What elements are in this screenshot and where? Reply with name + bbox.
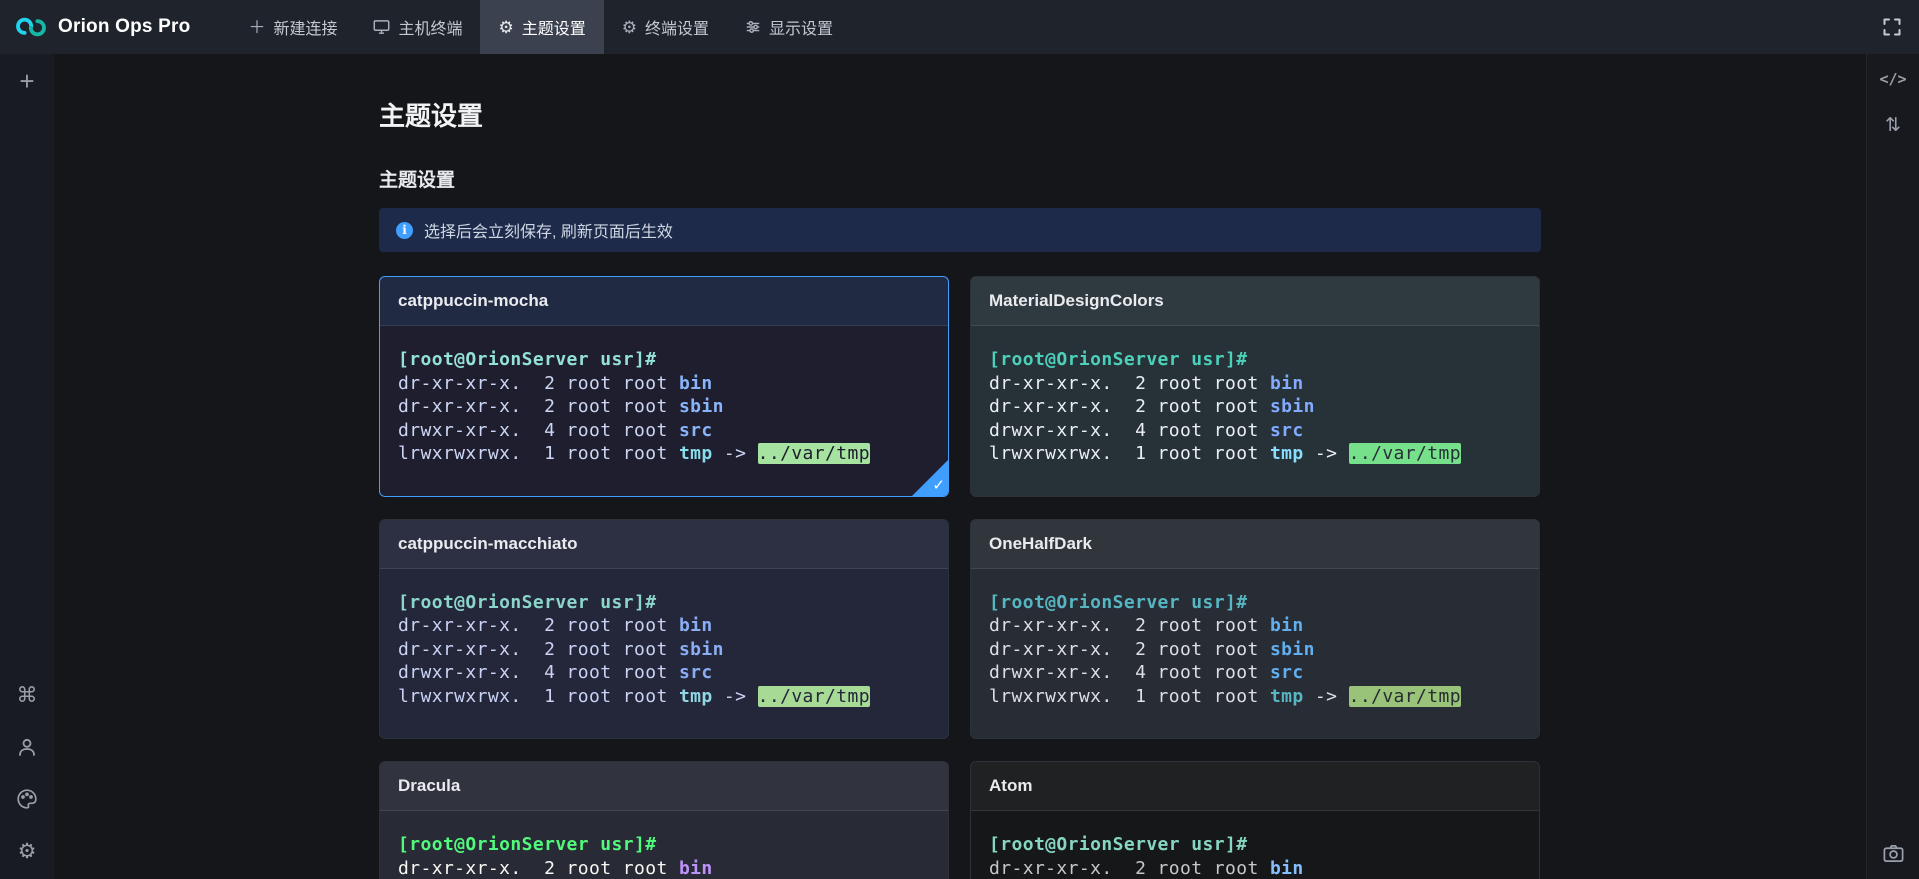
plus-icon: ＋: [248, 19, 265, 36]
terminal-line: dr-xr-xr-x. 2 root root sbin: [989, 638, 1521, 662]
theme-card[interactable]: Atom [root@OrionServer usr]#dr-xr-xr-x. …: [970, 761, 1540, 879]
terminal-line: dr-xr-xr-x. 2 root root bin: [989, 857, 1521, 879]
terminal-line: dr-xr-xr-x. 2 root root sbin: [398, 395, 930, 419]
top-navbar: Orion Ops Pro ＋ 新建连接 主机终端 ⚙ 主题设置 ⚙ 终端设置: [0, 0, 1919, 54]
terminal-line: [root@OrionServer usr]#: [398, 833, 930, 857]
theme-card[interactable]: OneHalfDark [root@OrionServer usr]#dr-xr…: [970, 519, 1540, 740]
theme-card-title: MaterialDesignColors: [989, 291, 1164, 311]
terminal-preview: [root@OrionServer usr]#dr-xr-xr-x. 2 roo…: [380, 811, 948, 879]
theme-card-title: catppuccin-mocha: [398, 291, 548, 311]
info-alert: i 选择后会立刻保存, 刷新页面后生效: [379, 208, 1541, 252]
theme-grid: catppuccin-mocha [root@OrionServer usr]#…: [379, 276, 1541, 879]
nav-item-label: 新建连接: [273, 15, 337, 39]
terminal-line: lrwxrwxrwx. 1 root root tmp -> ../var/tm…: [989, 442, 1521, 466]
nav-item-label: 终端设置: [645, 15, 709, 39]
theme-card-header: catppuccin-macchiato: [380, 520, 948, 569]
display-icon: [745, 19, 761, 35]
nav-item-label: 主题设置: [522, 15, 586, 39]
theme-card-header: catppuccin-mocha: [380, 277, 948, 326]
terminal-line: dr-xr-xr-x. 2 root root sbin: [989, 395, 1521, 419]
add-tab-icon[interactable]: +: [19, 66, 34, 96]
terminal-line: dr-xr-xr-x. 2 root root sbin: [398, 638, 930, 662]
theme-card[interactable]: catppuccin-mocha [root@OrionServer usr]#…: [379, 276, 949, 497]
theme-card-title: Dracula: [398, 776, 460, 796]
terminal-line: lrwxrwxrwx. 1 root root tmp -> ../var/tm…: [398, 685, 930, 709]
terminal-line: dr-xr-xr-x. 2 root root bin: [398, 372, 930, 396]
terminal-line: lrwxrwxrwx. 1 root root tmp -> ../var/tm…: [398, 442, 930, 466]
app-title: Orion Ops Pro: [58, 16, 190, 38]
theme-card-header: Dracula: [380, 762, 948, 811]
left-sidebar: + ⌘ ⚙: [0, 54, 54, 879]
terminal-line: dr-xr-xr-x. 2 root root bin: [989, 614, 1521, 638]
theme-card-title: catppuccin-macchiato: [398, 534, 578, 554]
terminal-line: [root@OrionServer usr]#: [398, 591, 930, 615]
app-logo-icon: [15, 11, 47, 43]
terminal-line: dr-xr-xr-x. 2 root root bin: [398, 857, 930, 879]
terminal-line: drwxr-xr-x. 4 root root src: [989, 419, 1521, 443]
theme-card-title: OneHalfDark: [989, 534, 1092, 554]
nav-item-host-terminal[interactable]: 主机终端: [355, 0, 480, 54]
selected-check-icon: ✓: [932, 476, 945, 494]
command-shortcuts-icon[interactable]: ⌘: [15, 683, 39, 707]
code-snippets-icon[interactable]: </>: [1879, 70, 1906, 88]
sort-arrows-icon[interactable]: ⇅: [1885, 114, 1901, 137]
page-title: 主题设置: [379, 96, 1541, 133]
gear-icon: ⚙: [622, 19, 637, 36]
theme-card-header: Atom: [971, 762, 1539, 811]
terminal-preview: [root@OrionServer usr]#dr-xr-xr-x. 2 roo…: [971, 811, 1539, 879]
nav-item-new-connection[interactable]: ＋ 新建连接: [230, 0, 355, 54]
theme-card-header: MaterialDesignColors: [971, 277, 1539, 326]
terminal-preview: [root@OrionServer usr]#dr-xr-xr-x. 2 roo…: [380, 326, 948, 496]
terminal-line: drwxr-xr-x. 4 root root src: [989, 661, 1521, 685]
terminal-line: [root@OrionServer usr]#: [989, 348, 1521, 372]
right-sidebar: </> ⇅: [1866, 54, 1919, 879]
fullscreen-icon[interactable]: [1882, 17, 1902, 37]
theme-card[interactable]: catppuccin-macchiato [root@OrionServer u…: [379, 519, 949, 740]
nav-item-display-settings[interactable]: 显示设置: [727, 0, 851, 54]
user-icon[interactable]: [15, 735, 39, 759]
nav-items: ＋ 新建连接 主机终端 ⚙ 主题设置 ⚙ 终端设置: [230, 0, 851, 54]
main-area: 主题设置 主题设置 i 选择后会立刻保存, 刷新页面后生效 catppuccin…: [54, 54, 1866, 879]
terminal-line: lrwxrwxrwx. 1 root root tmp -> ../var/tm…: [989, 685, 1521, 709]
nav-item-label: 主机终端: [398, 15, 462, 39]
nav-item-theme-settings[interactable]: ⚙ 主题设置: [480, 0, 603, 54]
gear-icon[interactable]: ⚙: [15, 839, 39, 863]
terminal-preview: [root@OrionServer usr]#dr-xr-xr-x. 2 roo…: [971, 569, 1539, 739]
info-icon: i: [396, 222, 413, 239]
screenshot-camera-icon[interactable]: [1881, 841, 1905, 865]
theme-card[interactable]: Dracula [root@OrionServer usr]#dr-xr-xr-…: [379, 761, 949, 879]
terminal-line: [root@OrionServer usr]#: [398, 348, 930, 372]
theme-card-header: OneHalfDark: [971, 520, 1539, 569]
theme-card[interactable]: MaterialDesignColors [root@OrionServer u…: [970, 276, 1540, 497]
terminal-preview: [root@OrionServer usr]#dr-xr-xr-x. 2 roo…: [380, 569, 948, 739]
theme-card-title: Atom: [989, 776, 1032, 796]
terminal-line: dr-xr-xr-x. 2 root root bin: [398, 614, 930, 638]
nav-item-label: 显示设置: [769, 15, 833, 39]
brand: Orion Ops Pro: [0, 0, 190, 54]
nav-item-terminal-settings[interactable]: ⚙ 终端设置: [604, 0, 727, 54]
info-alert-text: 选择后会立刻保存, 刷新页面后生效: [424, 218, 673, 242]
terminal-line: [root@OrionServer usr]#: [989, 833, 1521, 857]
terminal-line: drwxr-xr-x. 4 root root src: [398, 419, 930, 443]
terminal-line: [root@OrionServer usr]#: [989, 591, 1521, 615]
gear-icon: ⚙: [498, 19, 513, 36]
terminal-line: dr-xr-xr-x. 2 root root bin: [989, 372, 1521, 396]
section-title: 主题设置: [379, 165, 1541, 192]
terminal-preview: [root@OrionServer usr]#dr-xr-xr-x. 2 roo…: [971, 326, 1539, 496]
theme-palette-icon[interactable]: [15, 787, 39, 811]
terminal-line: drwxr-xr-x. 4 root root src: [398, 661, 930, 685]
monitor-icon: [373, 19, 390, 35]
